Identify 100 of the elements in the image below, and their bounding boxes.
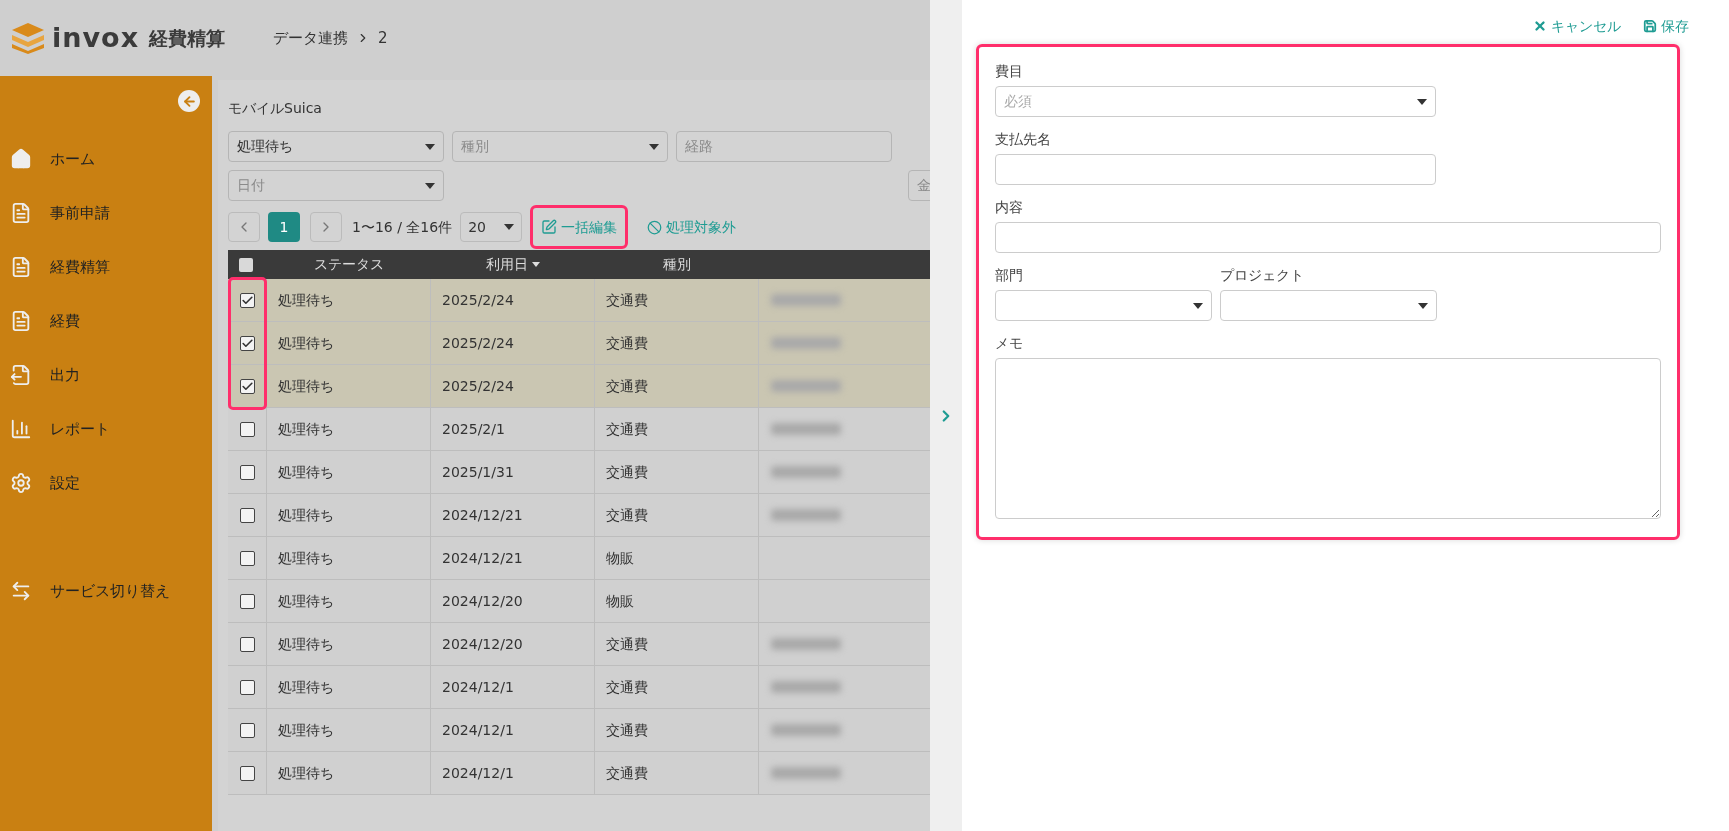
status-cell-text: 処理待ち [278, 462, 334, 482]
table-row[interactable]: 処理待ち 2024/12/1 交通費 [228, 752, 930, 795]
field-label: 支払先名 [995, 130, 1052, 149]
status-cell-text: 処理待ち [278, 505, 334, 525]
save-icon [1643, 19, 1657, 33]
page-title: モバイルSuica [228, 99, 323, 118]
status-cell-text: 処理待ち [278, 677, 334, 697]
table-row[interactable]: 処理待ち 2025/2/24 交通費 [228, 279, 930, 322]
field-label: 費目 [995, 62, 1024, 81]
row-checkbox[interactable] [239, 335, 255, 351]
caret-icon [1417, 98, 1427, 105]
status-cell-text: 処理待ち [278, 333, 334, 353]
record-range: 1〜16 / 全16件 [352, 217, 453, 237]
field-label: プロジェクト [1220, 266, 1305, 285]
date-cell-text: 2025/2/24 [442, 333, 514, 353]
row-checkbox[interactable] [239, 636, 255, 652]
settings-icon [10, 472, 32, 494]
table-row[interactable]: 処理待ち 2025/1/31 交通費 [228, 451, 930, 494]
sort-icon [532, 262, 540, 267]
type-cell-text: 物販 [606, 591, 634, 611]
export-icon [10, 364, 32, 386]
table-row[interactable]: 処理待ち 2024/12/21 交通費 [228, 494, 930, 537]
row-checkbox[interactable] [239, 765, 255, 781]
type-cell-text: 交通費 [606, 376, 648, 396]
row-checkbox[interactable] [239, 464, 255, 480]
date-cell-text: 2025/1/31 [442, 462, 514, 482]
sidebar-item[interactable]: 事前申請 [0, 186, 212, 240]
status-cell-text: 処理待ち [278, 290, 334, 310]
row-checkbox[interactable] [239, 378, 255, 394]
document-icon [10, 256, 32, 278]
sidebar-item[interactable]: 経費 [0, 294, 212, 348]
cancel-button[interactable]: キャンセル [1533, 16, 1621, 36]
table-row[interactable]: 処理待ち 2024/12/21 物販 [228, 537, 930, 580]
home-icon [10, 148, 32, 170]
type-cell-text: 交通費 [606, 634, 648, 654]
row-checkbox[interactable] [239, 507, 255, 523]
filter-select[interactable]: 処理待ち [228, 131, 444, 162]
blurred-text [771, 509, 841, 521]
sidebar-item[interactable]: ホーム [0, 132, 212, 186]
select-all-checkbox[interactable] [239, 257, 253, 272]
row-checkbox[interactable] [239, 550, 255, 566]
type-cell-text: 交通費 [606, 333, 648, 353]
caret-icon [425, 143, 435, 150]
column-header[interactable]: 種別 [595, 254, 759, 275]
table-row[interactable]: 処理待ち 2024/12/1 交通費 [228, 709, 930, 752]
column-header[interactable]: ステータス [267, 254, 431, 275]
type-cell-text: 交通費 [606, 462, 648, 482]
status-cell-text: 処理待ち [278, 634, 334, 654]
type-cell-text: 交通費 [606, 763, 648, 783]
caret-icon [504, 224, 515, 230]
sidebar-item[interactable]: 経費精算 [0, 240, 212, 294]
input-field[interactable] [995, 222, 1661, 253]
table-row[interactable]: 処理待ち 2024/12/20 交通費 [228, 623, 930, 666]
sidebar-item[interactable]: 設定 [0, 456, 212, 510]
blurred-text [771, 767, 841, 779]
row-checkbox[interactable] [239, 292, 255, 308]
blurred-text [771, 681, 841, 693]
status-cell-text: 処理待ち [278, 419, 334, 439]
row-checkbox[interactable] [239, 722, 255, 738]
column-header[interactable]: 利用日 [431, 254, 595, 275]
status-cell-text: 処理待ち [278, 376, 334, 396]
close-icon [1533, 19, 1547, 33]
type-cell-text: 交通費 [606, 677, 648, 697]
date-cell-text: 2024/12/20 [442, 634, 523, 654]
page-button[interactable]: 1 [268, 212, 300, 242]
date-cell-text: 2024/12/1 [442, 677, 514, 697]
field-label: 内容 [995, 198, 1024, 217]
collapse-icon[interactable] [178, 90, 200, 112]
select-field[interactable] [1220, 290, 1437, 321]
table-row[interactable]: 処理待ち 2025/2/24 交通費 [228, 365, 930, 408]
type-cell-text: 交通費 [606, 290, 648, 310]
table-row[interactable]: 処理待ち 2024/12/1 交通費 [228, 666, 930, 709]
table-row[interactable]: 処理待ち 2025/2/24 交通費 [228, 322, 930, 365]
table-row[interactable]: 処理待ち 2024/12/20 物販 [228, 580, 930, 623]
blurred-text [771, 294, 841, 306]
caret-icon [1418, 302, 1428, 309]
table-row[interactable]: 処理待ち 2025/2/1 交通費 [228, 408, 930, 451]
blurred-text [771, 380, 841, 392]
save-button[interactable]: 保存 [1643, 16, 1689, 36]
sidebar-item[interactable]: レポート [0, 402, 212, 456]
memo-field[interactable] [995, 358, 1661, 519]
row-checkbox[interactable] [239, 679, 255, 695]
caret-icon [425, 182, 435, 189]
row-checkbox[interactable] [239, 421, 255, 437]
type-cell-text: 物販 [606, 548, 634, 568]
ban-icon [647, 219, 663, 235]
sidebar-item[interactable]: 出力 [0, 348, 212, 402]
input-field[interactable] [995, 154, 1436, 185]
row-checkbox[interactable] [239, 593, 255, 609]
arrows-icon [10, 580, 32, 602]
status-cell-text: 処理待ち [278, 548, 334, 568]
type-cell-text: 交通費 [606, 505, 648, 525]
sidebar-item[interactable]: サービス切り替え [0, 564, 212, 618]
status-cell-text: 処理待ち [278, 591, 334, 611]
select-field[interactable] [995, 290, 1212, 321]
date-cell-text: 2024/12/21 [442, 505, 523, 525]
blurred-text [771, 724, 841, 736]
per-page-select[interactable]: 20 [460, 212, 523, 242]
breadcrumb-item[interactable]: データ連携 [273, 26, 349, 50]
caret-icon [1193, 302, 1203, 309]
